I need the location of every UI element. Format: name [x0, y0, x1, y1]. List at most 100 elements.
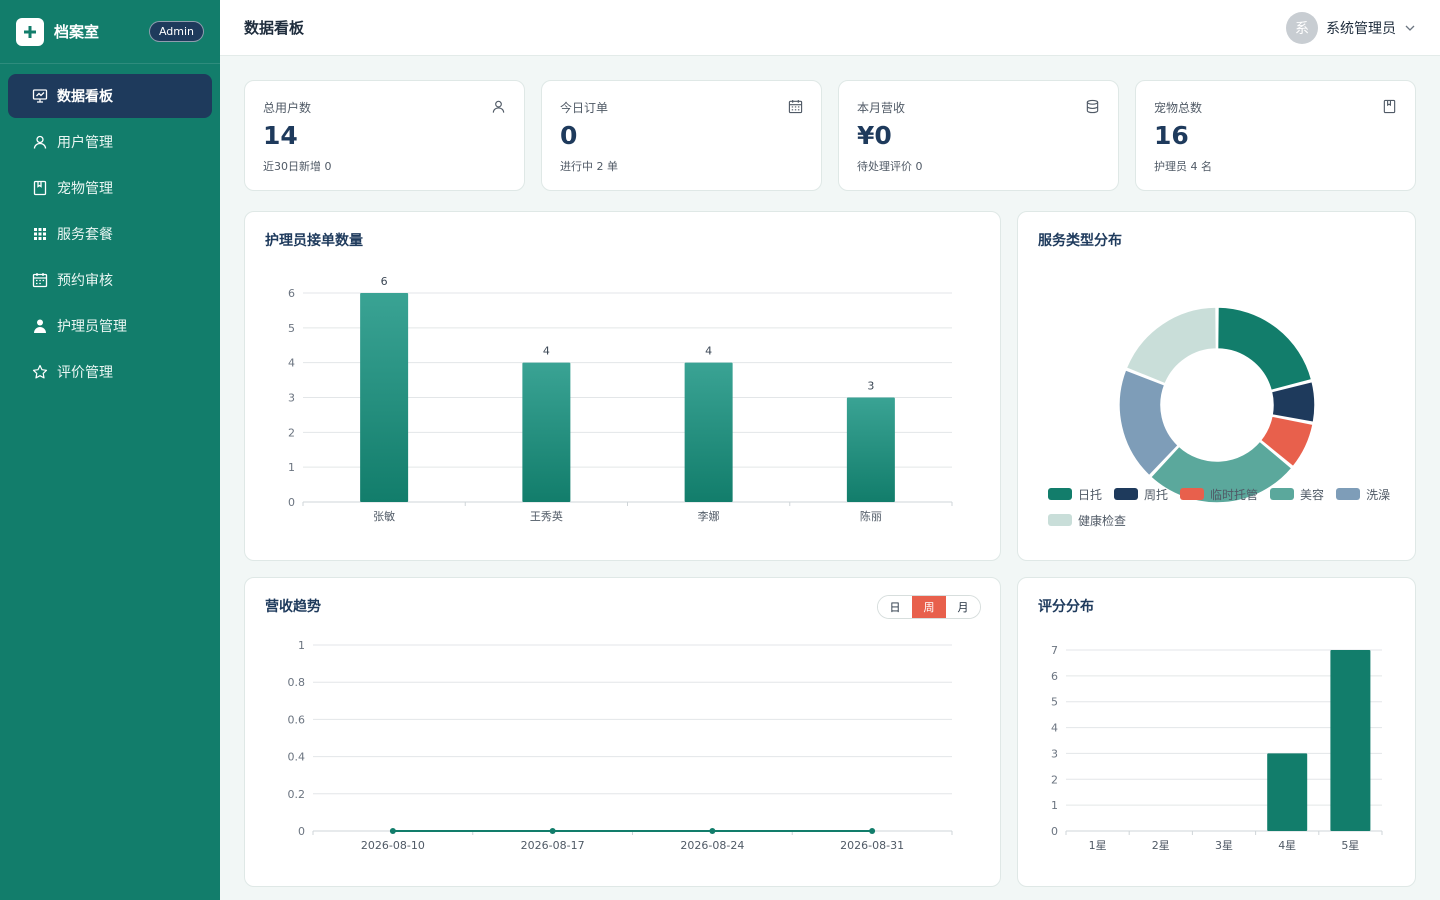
sidebar-item-label: 护理员管理 — [57, 319, 127, 335]
y-tick-label: 3 — [288, 392, 295, 405]
stat-sub: 待处理评价 0 — [857, 160, 923, 173]
y-tick-label: 0 — [288, 496, 295, 509]
page-title: 数据看板 — [244, 19, 305, 37]
legend-swatch — [1180, 488, 1205, 500]
stat-value: 16 — [1154, 121, 1189, 150]
y-tick-label: 5 — [288, 322, 295, 335]
legend-label: 洗澡 — [1366, 487, 1391, 502]
calendar-icon — [32, 272, 48, 288]
stat-card-users: 总用户数 14 近30日新增 0 — [244, 80, 525, 191]
legend-item[interactable]: 周托 — [1114, 486, 1168, 502]
sidebar-item-packages[interactable]: 服务套餐 — [8, 212, 212, 256]
data-label: 3 — [867, 380, 874, 393]
legend-item[interactable]: 日托 — [1048, 486, 1102, 502]
y-tick-label: 4 — [288, 357, 295, 370]
user-icon — [491, 99, 506, 114]
y-tick-label: 2 — [288, 426, 295, 439]
data-label: 4 — [543, 345, 550, 358]
x-tick-label: 张敏 — [373, 509, 395, 523]
x-tick-label: 陈丽 — [860, 509, 882, 523]
y-tick-label: 7 — [1051, 644, 1058, 657]
user-name: 系统管理员 — [1326, 20, 1396, 37]
stat-sub: 近30日新增 0 — [263, 160, 332, 173]
stat-label: 今日订单 — [560, 101, 609, 115]
bar — [846, 397, 895, 502]
sidebar-item-users[interactable]: 用户管理 — [8, 120, 212, 164]
data-point — [549, 828, 556, 834]
legend-swatch — [1270, 488, 1295, 500]
sidebar-item-label: 数据看板 — [57, 89, 113, 105]
bar — [360, 293, 409, 502]
stat-label: 宠物总数 — [1154, 101, 1203, 115]
dashboard-icon — [32, 88, 48, 104]
y-tick-label: 0.2 — [288, 788, 306, 801]
user-menu[interactable]: 系 系统管理员 — [1286, 11, 1416, 44]
y-tick-label: 4 — [1051, 722, 1058, 735]
stat-label: 总用户数 — [263, 101, 312, 115]
stat-card-orders: 今日订单 0 进行中 2 单 — [541, 80, 822, 191]
book-icon — [1382, 99, 1397, 114]
stat-value: ¥0 — [857, 121, 892, 150]
x-tick-label: 2星 — [1152, 839, 1170, 852]
legend-swatch — [1048, 514, 1072, 526]
sidebar-item-reviews[interactable]: 评价管理 — [8, 350, 212, 394]
brand: 档案室 Admin — [0, 0, 220, 64]
x-tick-label: 3星 — [1215, 839, 1233, 852]
person-icon — [32, 318, 48, 334]
data-label: 4 — [705, 345, 712, 358]
stat-value: 0 — [560, 121, 578, 150]
sidebar-item-dashboard[interactable]: 数据看板 — [8, 74, 212, 118]
chart-legend: 日托 周托 临时托管 美容 洗澡 健康检查 — [1048, 486, 1408, 528]
database-icon — [1085, 99, 1100, 114]
sidebar-item-label: 服务套餐 — [57, 227, 113, 243]
y-tick-label: 3 — [1051, 747, 1058, 760]
stat-value: 14 — [263, 121, 298, 150]
x-tick-label: 1星 — [1089, 839, 1107, 852]
legend-item[interactable]: 美容 — [1270, 486, 1324, 502]
bar — [1330, 650, 1371, 831]
data-label: 6 — [381, 275, 388, 288]
plus-icon — [16, 17, 44, 46]
y-tick-label: 6 — [1051, 670, 1058, 683]
legend-label: 日托 — [1078, 487, 1103, 502]
service-distribution-card: 服务类型分布 日托 周托 临时托管 美容 洗澡 健康检查 — [1017, 211, 1416, 561]
legend-label: 健康检查 — [1078, 513, 1127, 528]
sidebar-item-label: 宠物管理 — [57, 181, 113, 197]
revenue-trend-card: 营收趋势 日 周 月 0 0.2 0.4 0.6 0.8 1 2026-08-10 2026-… — [244, 577, 1001, 887]
bar — [522, 362, 571, 502]
revenue-line-chart: 0 0.2 0.4 0.6 0.8 1 2026-08-10 2026-08-17 2026-0… — [288, 639, 953, 852]
sidebar-item-appointments[interactable]: 预约审核 — [8, 258, 212, 302]
legend-swatch — [1114, 488, 1139, 500]
y-tick-label: 5 — [1051, 696, 1058, 709]
y-tick-label: 2 — [1051, 773, 1058, 786]
x-tick-label: 2026-08-17 — [521, 839, 585, 852]
stat-card-pets: 宠物总数 16 护理员 4 名 — [1135, 80, 1416, 191]
data-point — [389, 828, 396, 834]
legend-label: 周托 — [1144, 487, 1169, 502]
y-tick-label: 0.6 — [288, 713, 306, 726]
x-tick-label: 2026-08-10 — [361, 839, 425, 852]
legend-swatch — [1048, 488, 1072, 500]
calendar-icon — [788, 99, 803, 114]
legend-item[interactable]: 临时托管 — [1180, 486, 1258, 502]
legend-item[interactable]: 洗澡 — [1336, 486, 1390, 502]
sidebar-item-caregivers[interactable]: 护理员管理 — [8, 304, 212, 348]
stat-card-revenue: 本月营收 ¥0 待处理评价 0 — [838, 80, 1119, 191]
donut-slice — [1216, 306, 1313, 392]
y-tick-label: 0 — [1051, 825, 1058, 838]
legend-item[interactable]: 健康检查 — [1048, 512, 1126, 528]
caregiver-bar-chart: 0 1 2 3 4 5 6 6 张敏 4 王秀英 4 李娜 3 陈丽 — [288, 275, 953, 523]
x-tick-label: 2026-08-24 — [680, 839, 744, 852]
x-tick-label: 王秀英 — [530, 509, 563, 523]
sidebar-item-pets[interactable]: 宠物管理 — [8, 166, 212, 210]
sidebar-nav: 数据看板 用户管理 宠物管理 服务套餐 预约审核 护理员管理 评价管理 — [0, 64, 220, 406]
stat-sub: 进行中 2 单 — [560, 160, 618, 173]
chevron-down-icon — [1404, 22, 1416, 34]
brand-name: 档案室 — [54, 23, 100, 41]
sidebar-item-label: 预约审核 — [57, 273, 113, 289]
book-icon — [32, 180, 48, 196]
bar — [684, 362, 733, 502]
stat-label: 本月营收 — [857, 101, 906, 115]
role-badge: Admin — [148, 21, 204, 42]
user-icon — [32, 134, 48, 150]
